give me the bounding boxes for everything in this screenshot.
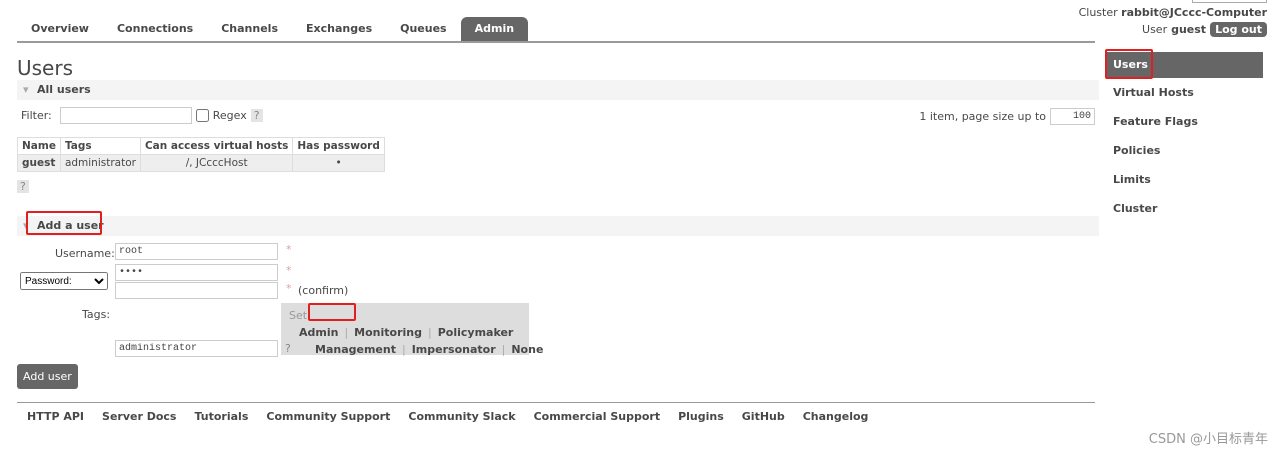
sidebar-item-policies[interactable]: Policies: [1106, 136, 1263, 165]
required-marker: *: [286, 243, 292, 256]
footer-link-community-slack[interactable]: Community Slack: [408, 410, 515, 423]
logout-button[interactable]: Log out: [1210, 22, 1267, 37]
highlight-box: [308, 303, 356, 321]
sidebar-item-cluster[interactable]: Cluster: [1106, 194, 1263, 223]
sidebar-item-virtual-hosts[interactable]: Virtual Hosts: [1106, 78, 1263, 107]
user-has-password: •: [292, 154, 385, 172]
filter-row: Filter: Regex ?: [21, 107, 263, 124]
sidebar-item-feature-flags[interactable]: Feature Flags: [1106, 107, 1263, 136]
page-size-input[interactable]: [1050, 108, 1095, 125]
add-user-section[interactable]: Add a user: [17, 216, 1099, 236]
col-vhosts[interactable]: Can access virtual hosts: [139, 137, 294, 155]
tab-queues[interactable]: Queues: [386, 17, 460, 41]
all-users-section[interactable]: All users: [17, 80, 1099, 100]
password-confirm-input[interactable]: [115, 282, 278, 299]
footer-link-plugins[interactable]: Plugins: [678, 410, 724, 423]
tab-overview[interactable]: Overview: [17, 17, 103, 41]
tags-label: Tags:: [82, 308, 111, 321]
footer-link-http-api[interactable]: HTTP API: [27, 410, 84, 423]
table-row: guest administrator /, JCcccHost •: [17, 154, 385, 172]
set-label: Set: [289, 309, 308, 322]
tab-exchanges[interactable]: Exchanges: [292, 17, 386, 41]
user-info: User guest Log out: [1142, 22, 1267, 37]
user-vhosts: /, JCcccHost: [139, 154, 294, 172]
footer: HTTP API Server Docs Tutorials Community…: [17, 402, 1095, 430]
highlight-box: [1105, 49, 1153, 79]
username-input[interactable]: [115, 243, 278, 260]
tag-none[interactable]: None: [511, 343, 543, 356]
table-header: Name Tags Can access virtual hosts Has p…: [17, 137, 385, 155]
users-table: Name Tags Can access virtual hosts Has p…: [17, 137, 385, 172]
top-input[interactable]: [1192, 0, 1267, 3]
regex-label: Regex: [212, 109, 247, 122]
footer-link-tutorials[interactable]: Tutorials: [194, 410, 248, 423]
required-marker: *: [286, 282, 292, 295]
col-name[interactable]: Name: [17, 137, 61, 155]
user-name: guest: [1171, 23, 1207, 36]
help-icon[interactable]: ?: [285, 342, 291, 355]
tab-connections[interactable]: Connections: [103, 17, 207, 41]
watermark: CSDN @小目标青年: [1148, 432, 1268, 447]
paging: 1 item, page size up to: [919, 108, 1095, 125]
highlight-box: [26, 211, 102, 235]
help-icon[interactable]: ?: [17, 180, 29, 193]
regex-checkbox[interactable]: [195, 109, 209, 122]
main-nav: Overview Connections Channels Exchanges …: [17, 17, 1095, 43]
footer-link-github[interactable]: GitHub: [742, 410, 785, 423]
footer-link-changelog[interactable]: Changelog: [803, 410, 869, 423]
filter-label: Filter:: [21, 109, 52, 122]
page-title: Users: [17, 56, 74, 80]
col-has-password[interactable]: Has password: [292, 137, 385, 155]
tag-admin[interactable]: Admin: [299, 326, 338, 339]
tag-monitoring[interactable]: Monitoring: [354, 326, 422, 339]
footer-link-commercial-support[interactable]: Commercial Support: [534, 410, 661, 423]
tag-management[interactable]: Management: [315, 343, 396, 356]
filter-input[interactable]: [59, 107, 192, 124]
add-user-button[interactable]: Add user: [17, 364, 78, 389]
cluster-info: Cluster rabbit@JCccc-Computer: [1079, 6, 1267, 19]
paging-label: 1 item, page size up to: [919, 110, 1046, 123]
user-name-link[interactable]: guest: [17, 154, 61, 172]
help-icon[interactable]: ?: [250, 109, 263, 122]
cluster-name: rabbit@JCccc-Computer: [1121, 6, 1267, 19]
tag-policymaker[interactable]: Policymaker: [438, 326, 514, 339]
username-label: Username:: [55, 247, 115, 260]
user-tags: administrator: [59, 154, 141, 172]
required-marker: *: [286, 264, 292, 277]
cluster-label: Cluster: [1078, 6, 1118, 19]
sidebar-item-limits[interactable]: Limits: [1106, 165, 1263, 194]
password-mode-select[interactable]: Password:: [20, 272, 108, 290]
password-input[interactable]: [115, 264, 278, 281]
user-label: User: [1142, 23, 1168, 36]
confirm-label: (confirm): [298, 284, 349, 297]
tab-channels[interactable]: Channels: [207, 17, 292, 41]
footer-link-community-support[interactable]: Community Support: [266, 410, 390, 423]
tag-impersonator[interactable]: Impersonator: [412, 343, 496, 356]
col-tags[interactable]: Tags: [59, 137, 141, 155]
tags-input[interactable]: [115, 340, 278, 357]
tab-admin[interactable]: Admin: [460, 17, 529, 41]
footer-link-server-docs[interactable]: Server Docs: [102, 410, 176, 423]
